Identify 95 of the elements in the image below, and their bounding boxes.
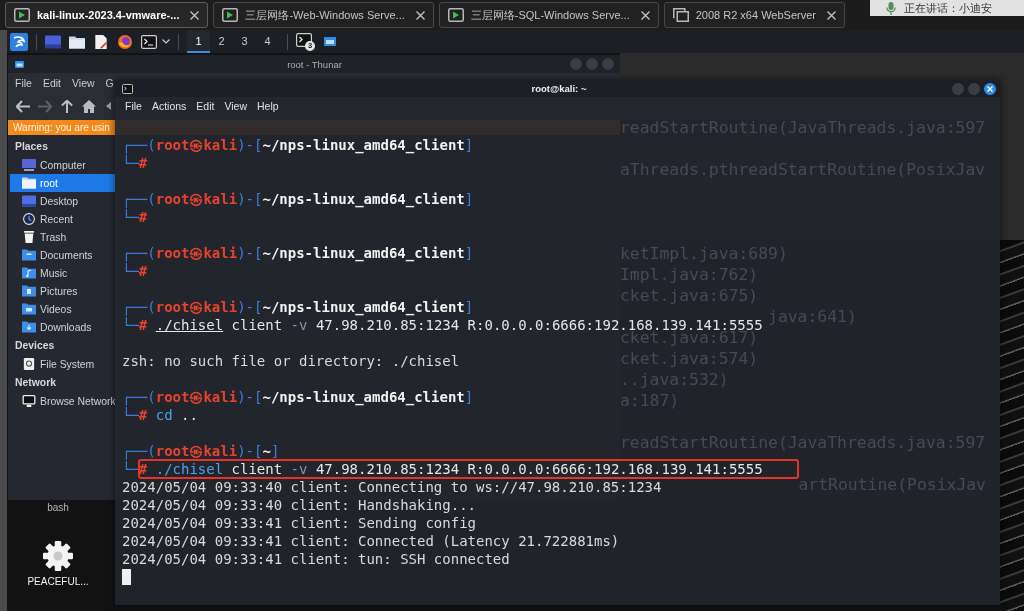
command-line: └─# <box>122 208 148 226</box>
vm-tab[interactable]: kali-linux-2023.4-vmware-... <box>5 2 209 28</box>
command-line: └─# ./chisel client -v 47.98.210.85:1234 R:0.0.0.0:6666:192.168.139.141:5555 <box>122 316 763 333</box>
desktop-icon-label[interactable]: bash <box>47 502 69 513</box>
close-icon[interactable] <box>415 10 425 20</box>
workspace-button[interactable]: 4 <box>256 30 279 53</box>
desktop-icon <box>22 195 36 207</box>
vm-play-icon <box>222 8 239 22</box>
document-icon[interactable] <box>93 34 109 49</box>
sidebar-item[interactable]: File System <box>10 355 115 373</box>
sidebar-item[interactable]: Trash <box>10 228 115 246</box>
command-line: └─# <box>122 262 148 280</box>
workspace-button[interactable]: 3 <box>233 30 256 53</box>
menu-item[interactable]: Edit <box>42 77 61 89</box>
prompt-line: ┌──(root㉿kali)-[~/nps-linux_amd64_client] <box>122 136 474 154</box>
sidebar-item[interactable]: Computer <box>10 156 115 174</box>
workspace-button[interactable]: 2 <box>210 30 233 53</box>
vm-play-icon <box>14 8 30 22</box>
warning-text: Warning: you are usin <box>13 122 110 133</box>
close-button[interactable] <box>984 82 996 95</box>
picture-folder-icon <box>22 285 36 297</box>
drive-icon <box>22 358 36 370</box>
menu-item[interactable]: Edit <box>196 100 215 112</box>
menu-item[interactable]: File <box>15 77 32 89</box>
menu-item[interactable]: File <box>125 100 142 112</box>
command-line: └─# cd .. <box>122 406 198 424</box>
prompt-line: ┌──(root㉿kali)-[~/nps-linux_amd64_client] <box>122 298 474 316</box>
terminal-icon[interactable] <box>141 34 157 49</box>
output-line: 2024/05/04 09:33:41 client: tun: SSH connected <box>122 550 510 568</box>
caret-left-icon[interactable] <box>106 102 111 110</box>
back-arrow-icon[interactable] <box>16 99 30 113</box>
gear-icon[interactable] <box>43 541 73 571</box>
terminal-icon[interactable] <box>296 32 312 47</box>
command-line: └─# <box>122 154 148 172</box>
window-icon[interactable] <box>324 37 336 46</box>
workspace-button[interactable]: 1 <box>187 30 210 53</box>
window-title: root@kali: ~ <box>531 83 587 94</box>
monitor-icon <box>22 395 36 407</box>
section-heading: Network <box>14 376 56 390</box>
microphone-icon <box>886 1 896 15</box>
video-folder-icon <box>22 303 36 315</box>
terminal-icon <box>122 83 133 94</box>
section-heading: Places <box>14 140 48 154</box>
sidebar-item[interactable]: Music <box>10 264 115 282</box>
vm-tab[interactable]: 三层网络-SQL-Windows Serve... <box>438 2 659 28</box>
vm-play-icon <box>447 8 464 22</box>
up-arrow-icon[interactable] <box>60 99 74 113</box>
prompt-line: ┌──(root㉿kali)-[~/nps-linux_amd64_client] <box>122 190 474 208</box>
download-folder-icon <box>22 321 36 333</box>
menu-item[interactable]: G <box>105 77 114 89</box>
output-line: 2024/05/04 09:33:41 client: Connected (Latency 21.722881ms) <box>122 532 620 550</box>
app-menu-icon[interactable] <box>10 32 28 51</box>
folder-icon <box>22 177 36 189</box>
text-cursor-icon <box>122 569 131 585</box>
sidebar-item[interactable]: Recent <box>10 210 115 228</box>
sidebar-item[interactable]: root <box>10 174 115 192</box>
clock-icon <box>22 213 36 225</box>
document-folder-icon <box>22 249 36 261</box>
prompt-line: ┌──(root㉿kali)-[~/nps-linux_amd64_client] <box>122 244 474 262</box>
output-line: zsh: no such file or directory: ./chisel <box>122 352 460 370</box>
sidebar-item[interactable]: Downloads <box>10 318 115 336</box>
home-icon[interactable] <box>82 99 96 113</box>
prompt-line: ┌──(root㉿kali)-[~] <box>122 442 280 460</box>
caret-icon[interactable] <box>162 39 170 44</box>
sidebar-item[interactable]: Browse Network <box>10 392 115 410</box>
music-folder-icon <box>22 267 36 279</box>
folder-icon[interactable] <box>69 34 85 49</box>
sidebar-item[interactable]: Documents <box>10 246 115 264</box>
menu-item[interactable]: Help <box>257 100 279 112</box>
vm-tab[interactable]: 三层网络-Web-Windows Serve... <box>213 2 434 28</box>
window-icon <box>15 60 24 68</box>
prompt-line: ┌──(root㉿kali)-[~/nps-linux_amd64_client] <box>122 388 474 406</box>
menu-item[interactable]: View <box>224 100 248 112</box>
menu-item[interactable]: View <box>72 77 95 89</box>
close-icon[interactable] <box>826 10 836 20</box>
computer-icon <box>22 159 36 171</box>
output-line: 2024/05/04 09:33:40 client: Handshaking... <box>122 496 476 514</box>
desktop-icon-label[interactable]: PEACEFUL... <box>27 576 89 587</box>
notification-text: 正在讲话：小迪安 <box>904 0 992 16</box>
screen-icon[interactable] <box>45 34 61 49</box>
globe-icon[interactable] <box>117 34 133 49</box>
stacked-windows-icon <box>672 8 689 22</box>
sidebar-item[interactable]: Desktop <box>10 192 115 210</box>
close-icon <box>987 85 993 92</box>
output-line: 2024/05/04 09:33:40 client: Connecting to ws://47.98.210.85:1234 <box>122 478 662 496</box>
menu-item[interactable]: Actions <box>151 100 187 112</box>
trash-icon <box>22 231 36 243</box>
close-icon[interactable] <box>640 10 650 20</box>
sidebar-item[interactable]: Videos <box>10 300 115 318</box>
window-title: root - Thunar <box>287 58 342 70</box>
vm-tab[interactable]: 2008 R2 x64 WebServer <box>663 2 845 28</box>
section-heading: Devices <box>14 339 55 353</box>
close-icon[interactable] <box>190 10 200 20</box>
sidebar-item[interactable]: Pictures <box>10 282 115 300</box>
output-line: 2024/05/04 09:33:41 client: Sending config <box>122 514 476 532</box>
